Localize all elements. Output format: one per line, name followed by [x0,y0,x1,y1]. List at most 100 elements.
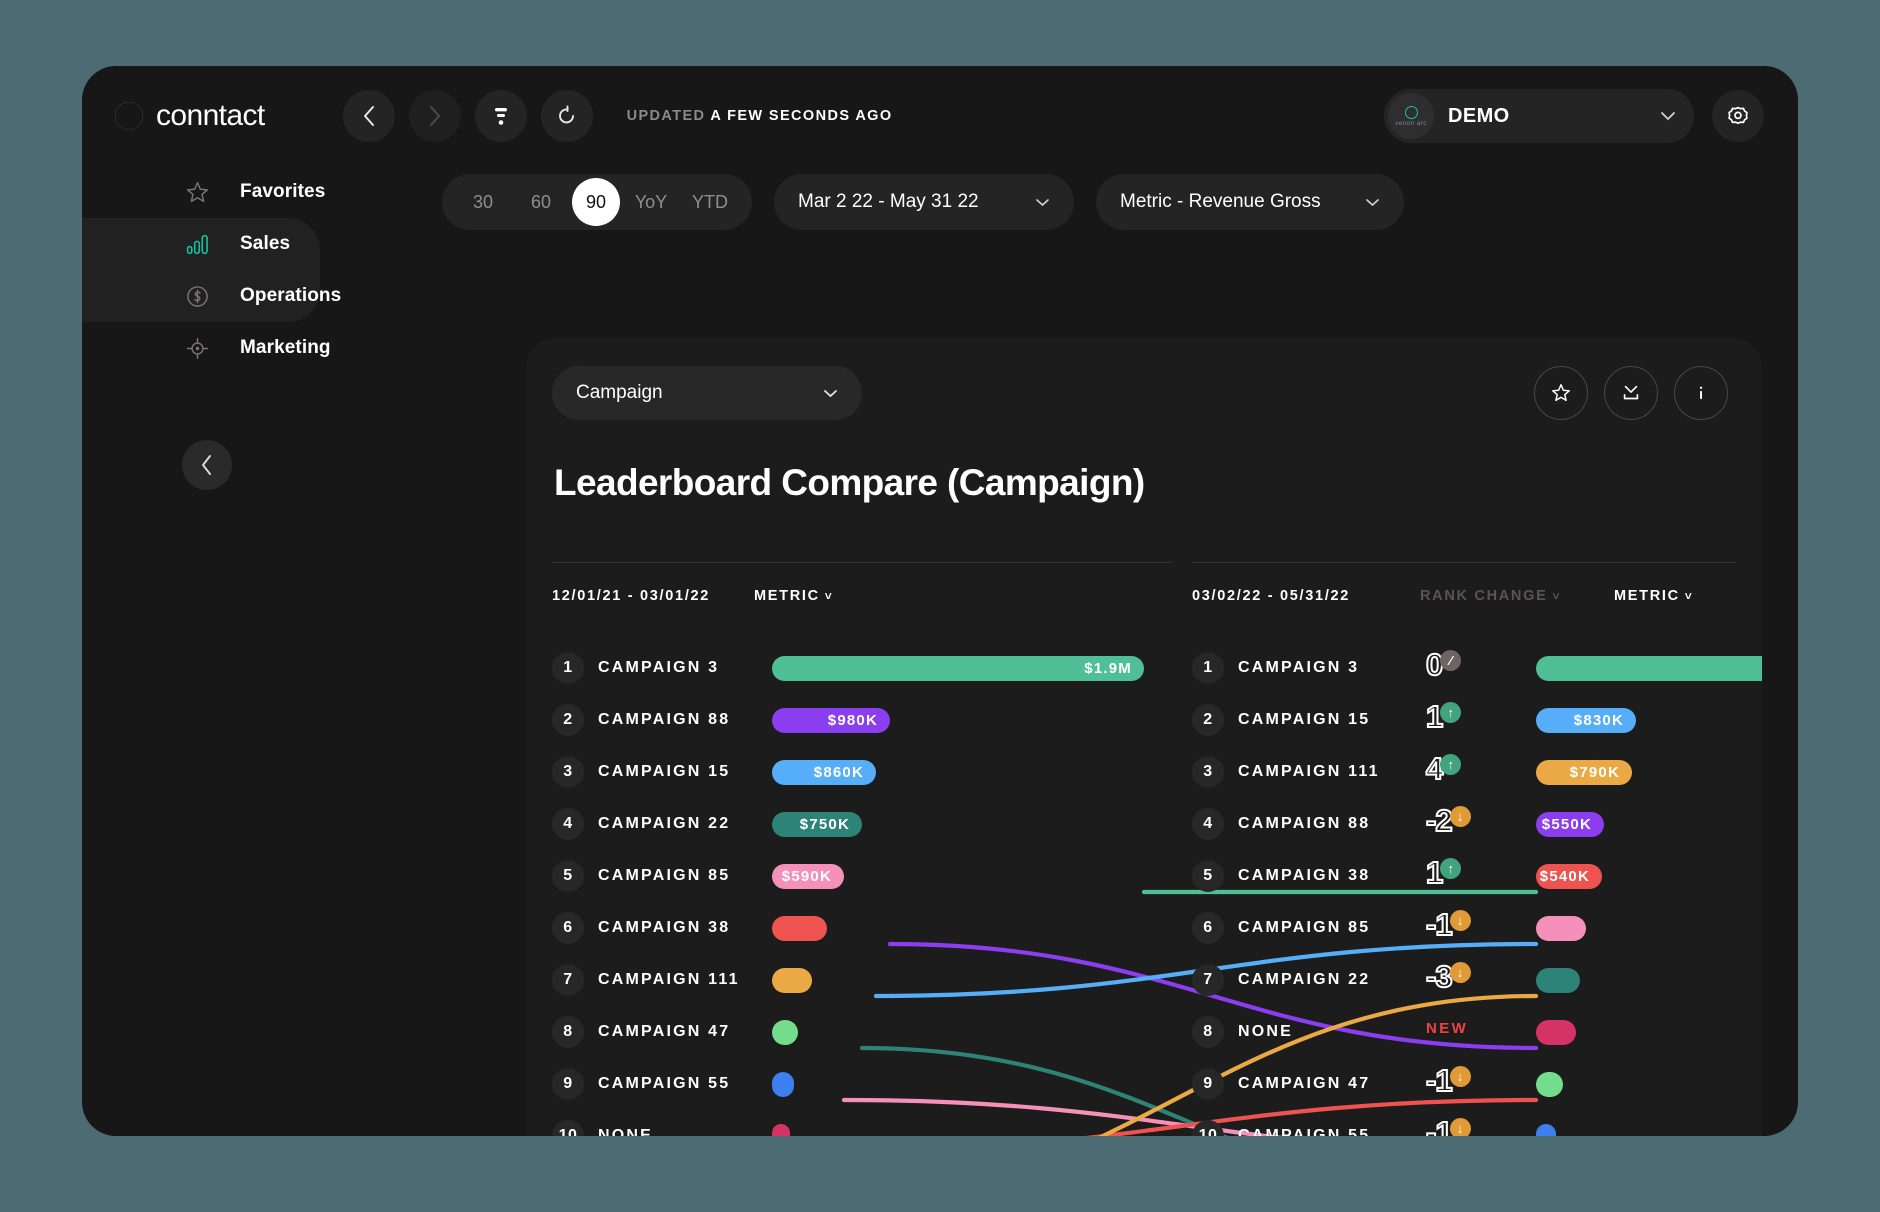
arrow-down-icon: ↓ [1449,962,1471,983]
left-column-divider [552,562,1172,563]
forward-button[interactable] [408,90,461,142]
sidebar-item-favorites[interactable]: Favorites [82,166,325,218]
rank-change-value: 0 [1425,647,1444,683]
info-icon [1690,382,1712,404]
table-row[interactable]: 2 CAMPAIGN 15 1 ↑ $830K [526,694,1762,746]
rank-change: -1 ↓ [1425,1063,1471,1099]
category-value: Campaign [576,382,663,403]
rank-change: NEW [1426,1012,1468,1037]
chevron-down-icon [1660,111,1676,121]
range-segmented-control[interactable]: 30 60 90 YoY YTD [442,174,752,230]
avatar: xenon arc [1388,93,1434,139]
table-row[interactable]: 4 CAMPAIGN 88 -2 ↓ $550K [526,798,1762,850]
table-row[interactable]: 3 CAMPAIGN 111 4 ↑ $790K [526,746,1762,798]
right-column-divider [1192,562,1736,563]
table-row[interactable]: 1 CAMPAIGN 3 0∕ $2.6M [526,642,1762,694]
metric-bar[interactable] [1536,916,1586,941]
download-button[interactable] [1604,366,1658,420]
chevron-left-icon [200,454,214,476]
table-row[interactable]: 9 CAMPAIGN 47 -1 ↓ [526,1058,1762,1110]
sidebar-item-label: Favorites [240,181,326,202]
rank-badge: 6 [1192,912,1224,944]
top-bar-right: xenon arc DEMO [1384,89,1764,143]
metric-bar[interactable] [1536,1124,1556,1136]
category-dropdown[interactable]: Campaign [552,366,862,420]
brand-logo[interactable]: conntact [114,99,265,133]
rank-change: 1 ↑ [1425,855,1462,891]
table-row[interactable]: 7 CAMPAIGN 22 -3 ↓ [526,954,1762,1006]
updated-status: UPDATED A FEW SECONDS AGO [627,108,893,124]
arrow-up-icon: ↑ [1440,754,1462,775]
arrow-down-icon: ↓ [1449,806,1471,827]
chevron-down-icon [1035,198,1050,207]
rank-change-header[interactable]: RANK CHANGE ˅ [1420,588,1561,604]
rank-change-value: 4 [1425,751,1444,787]
right-metric-header[interactable]: METRIC ˅ [1614,588,1694,604]
no-change-icon: ∕ [1440,650,1462,671]
arrow-down-icon: ↓ [1449,910,1471,931]
info-button[interactable] [1674,366,1728,420]
card-toolbar: Campaign [526,338,1762,448]
date-range-dropdown[interactable]: Mar 2 22 - May 31 22 [774,174,1074,230]
dollar-circle-icon [184,283,210,309]
card-action-buttons [1534,366,1728,420]
campaign-name: CAMPAIGN 38 [1238,867,1371,884]
rank-change-value: -2 [1425,803,1454,839]
settings-button[interactable] [1712,90,1764,142]
chevron-down-icon: ˅ [1552,589,1562,603]
metric-dropdown[interactable]: Metric - Revenue Gross [1096,174,1404,230]
table-row[interactable]: 6 CAMPAIGN 85 -1 ↓ [526,902,1762,954]
account-switcher[interactable]: xenon arc DEMO [1384,89,1694,143]
rank-change: -1 ↓ [1425,907,1471,943]
refresh-button[interactable] [540,90,593,142]
metric-bar[interactable] [1536,968,1580,993]
range-option-90[interactable]: 90 [572,178,620,226]
metric-bar[interactable]: $830K [1536,708,1636,733]
range-option-30[interactable]: 30 [456,179,510,225]
rank-badge: 9 [1192,1068,1224,1100]
app-window: conntact UPDATED A FEW SECONDS AGO xenon… [82,66,1798,1136]
updated-value: A FEW SECONDS AGO [710,108,893,124]
metric-bar[interactable] [1536,1020,1576,1045]
metric-bar[interactable]: $790K [1536,760,1632,785]
star-icon [184,179,210,205]
range-option-ytd[interactable]: YTD [682,179,738,225]
rank-badge: 7 [1192,964,1224,996]
table-row[interactable]: 8 NONE NEW [526,1006,1762,1058]
metric-bar[interactable]: $2.6M [1536,656,1762,681]
rank-change: -2 ↓ [1425,803,1471,839]
target-icon [184,335,210,361]
sidebar-collapse-button[interactable] [182,440,232,490]
rank-change: 0 ∕ [1425,647,1462,683]
sidebar: Favorites Sales Operations Marketing [82,166,442,1136]
rank-change: 4 ↑ [1425,751,1462,787]
brand-name: conntact [156,99,265,132]
gear-icon [1727,105,1749,127]
table-row[interactable]: 10 CAMPAIGN 55 -1 ↓ [526,1110,1762,1136]
sidebar-item-sales[interactable]: Sales [82,218,290,270]
table-row[interactable]: 5 CAMPAIGN 38 1 ↑ $540K [526,850,1762,902]
left-metric-header[interactable]: METRIC ˅ [754,588,834,604]
left-metric-label: METRIC [754,588,820,604]
rank-change-value: -1 [1425,907,1454,943]
rank-change-value: -3 [1425,959,1454,995]
sidebar-item-marketing[interactable]: Marketing [82,322,331,374]
metric-bar[interactable]: $550K [1536,812,1604,837]
rank-change-new-label: NEW [1426,1020,1469,1037]
filter-icon [492,105,510,127]
sidebar-item-operations[interactable]: Operations [82,270,341,322]
conntact-logo-icon [114,101,144,131]
chevron-down-icon [1365,198,1380,207]
download-icon [1620,382,1642,404]
metric-bar[interactable]: $540K [1536,864,1602,889]
rank-change-value: -1 [1425,1115,1454,1137]
range-option-60[interactable]: 60 [514,179,568,225]
filter-bar: 30 60 90 YoY YTD Mar 2 22 - May 31 22 Me… [442,174,1404,230]
arrow-up-icon: ↑ [1440,858,1462,879]
rank-badge: 1 [1192,652,1224,684]
range-option-yoy[interactable]: YoY [624,179,678,225]
metric-bar[interactable] [1536,1072,1563,1097]
back-button[interactable] [342,90,395,142]
filter-button[interactable] [474,90,527,142]
favorite-button[interactable] [1534,366,1588,420]
